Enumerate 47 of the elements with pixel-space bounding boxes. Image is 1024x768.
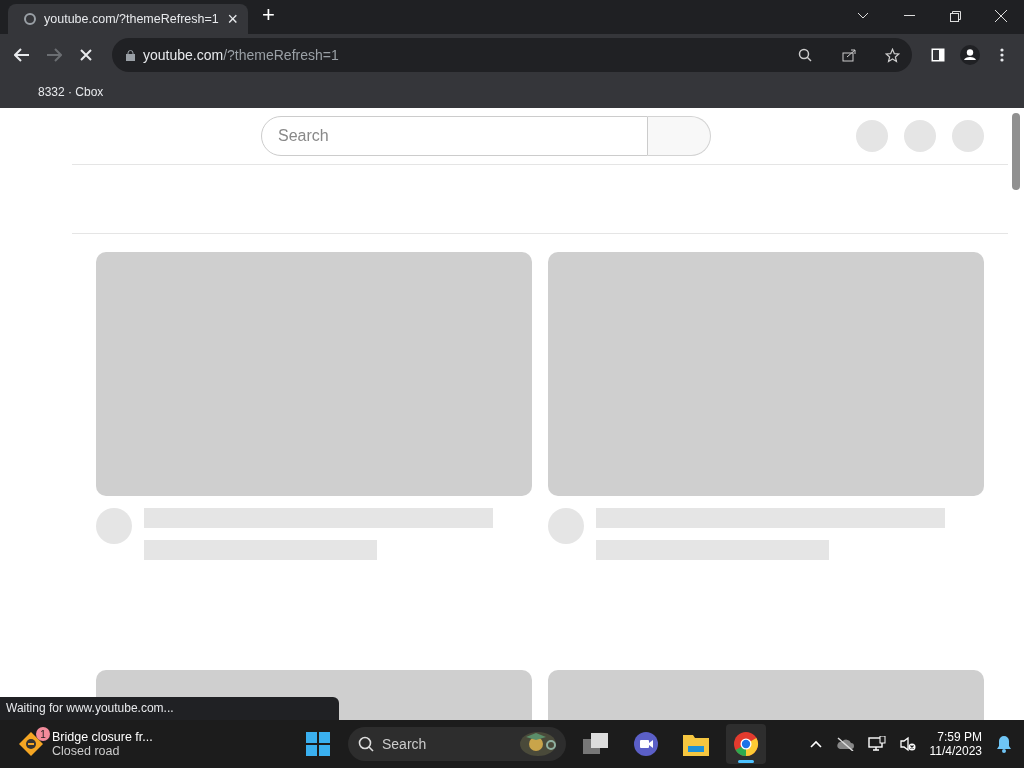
lock-icon bbox=[126, 49, 135, 61]
search-icon[interactable] bbox=[798, 48, 812, 62]
new-tab-button[interactable]: + bbox=[256, 2, 281, 28]
close-tab-button[interactable]: × bbox=[227, 10, 238, 28]
windows-icon bbox=[583, 733, 609, 755]
restore-icon bbox=[949, 10, 961, 22]
taskbar-app[interactable] bbox=[726, 724, 766, 764]
chevron-down-icon bbox=[857, 12, 869, 20]
close-icon bbox=[995, 10, 1007, 22]
search-highlight-icon bbox=[518, 731, 558, 757]
search-field[interactable]: Search bbox=[261, 116, 648, 156]
person-icon bbox=[960, 45, 980, 65]
avatar-placeholder bbox=[548, 508, 584, 544]
forward-arrow-icon bbox=[46, 48, 62, 62]
bell-icon[interactable] bbox=[996, 735, 1012, 753]
widget-title: Bridge closure fr... bbox=[52, 730, 153, 744]
folder-icon bbox=[683, 732, 709, 756]
avatar-placeholder bbox=[96, 508, 132, 544]
menu-icon bbox=[1000, 48, 1004, 62]
back-arrow-icon bbox=[14, 48, 30, 62]
scrollbar-thumb[interactable] bbox=[1012, 113, 1020, 190]
taskbar-search[interactable]: Search bbox=[348, 727, 566, 761]
share-icon[interactable] bbox=[842, 48, 857, 62]
browser-tab[interactable]: youtube.com/?themeRefresh=1 × bbox=[8, 4, 248, 34]
weather-widget[interactable]: 1 Bridge closure fr... Closed road bbox=[0, 730, 298, 758]
placeholder-circle bbox=[904, 120, 936, 152]
status-bubble: Waiting for www.youtube.com... bbox=[0, 697, 339, 720]
bookmark[interactable]: 8332 · Cbox bbox=[38, 85, 104, 99]
side-panel-icon bbox=[931, 48, 945, 62]
video-chat-icon bbox=[633, 731, 659, 757]
minimize-icon bbox=[903, 15, 915, 17]
star-icon[interactable] bbox=[885, 47, 900, 63]
placeholder-circle bbox=[952, 120, 984, 152]
speaker-muted-icon[interactable] bbox=[899, 736, 916, 752]
notification-badge: 1 bbox=[36, 727, 50, 741]
address-bar[interactable]: youtube.com/?themeRefresh=1 bbox=[112, 38, 912, 72]
chevron-up-icon[interactable] bbox=[809, 740, 822, 748]
search-icon bbox=[358, 736, 374, 752]
placeholder-circle bbox=[856, 120, 888, 152]
chrome-icon bbox=[733, 731, 759, 757]
widget-subtitle: Closed road bbox=[52, 744, 121, 758]
stop-icon bbox=[80, 49, 92, 61]
cloud-off-icon[interactable] bbox=[835, 737, 854, 751]
loading-icon bbox=[24, 13, 36, 25]
monitor-icon[interactable] bbox=[867, 736, 886, 752]
start-icon bbox=[306, 732, 330, 756]
clock[interactable]: 7:59 PM 11/4/2023 bbox=[929, 730, 982, 758]
